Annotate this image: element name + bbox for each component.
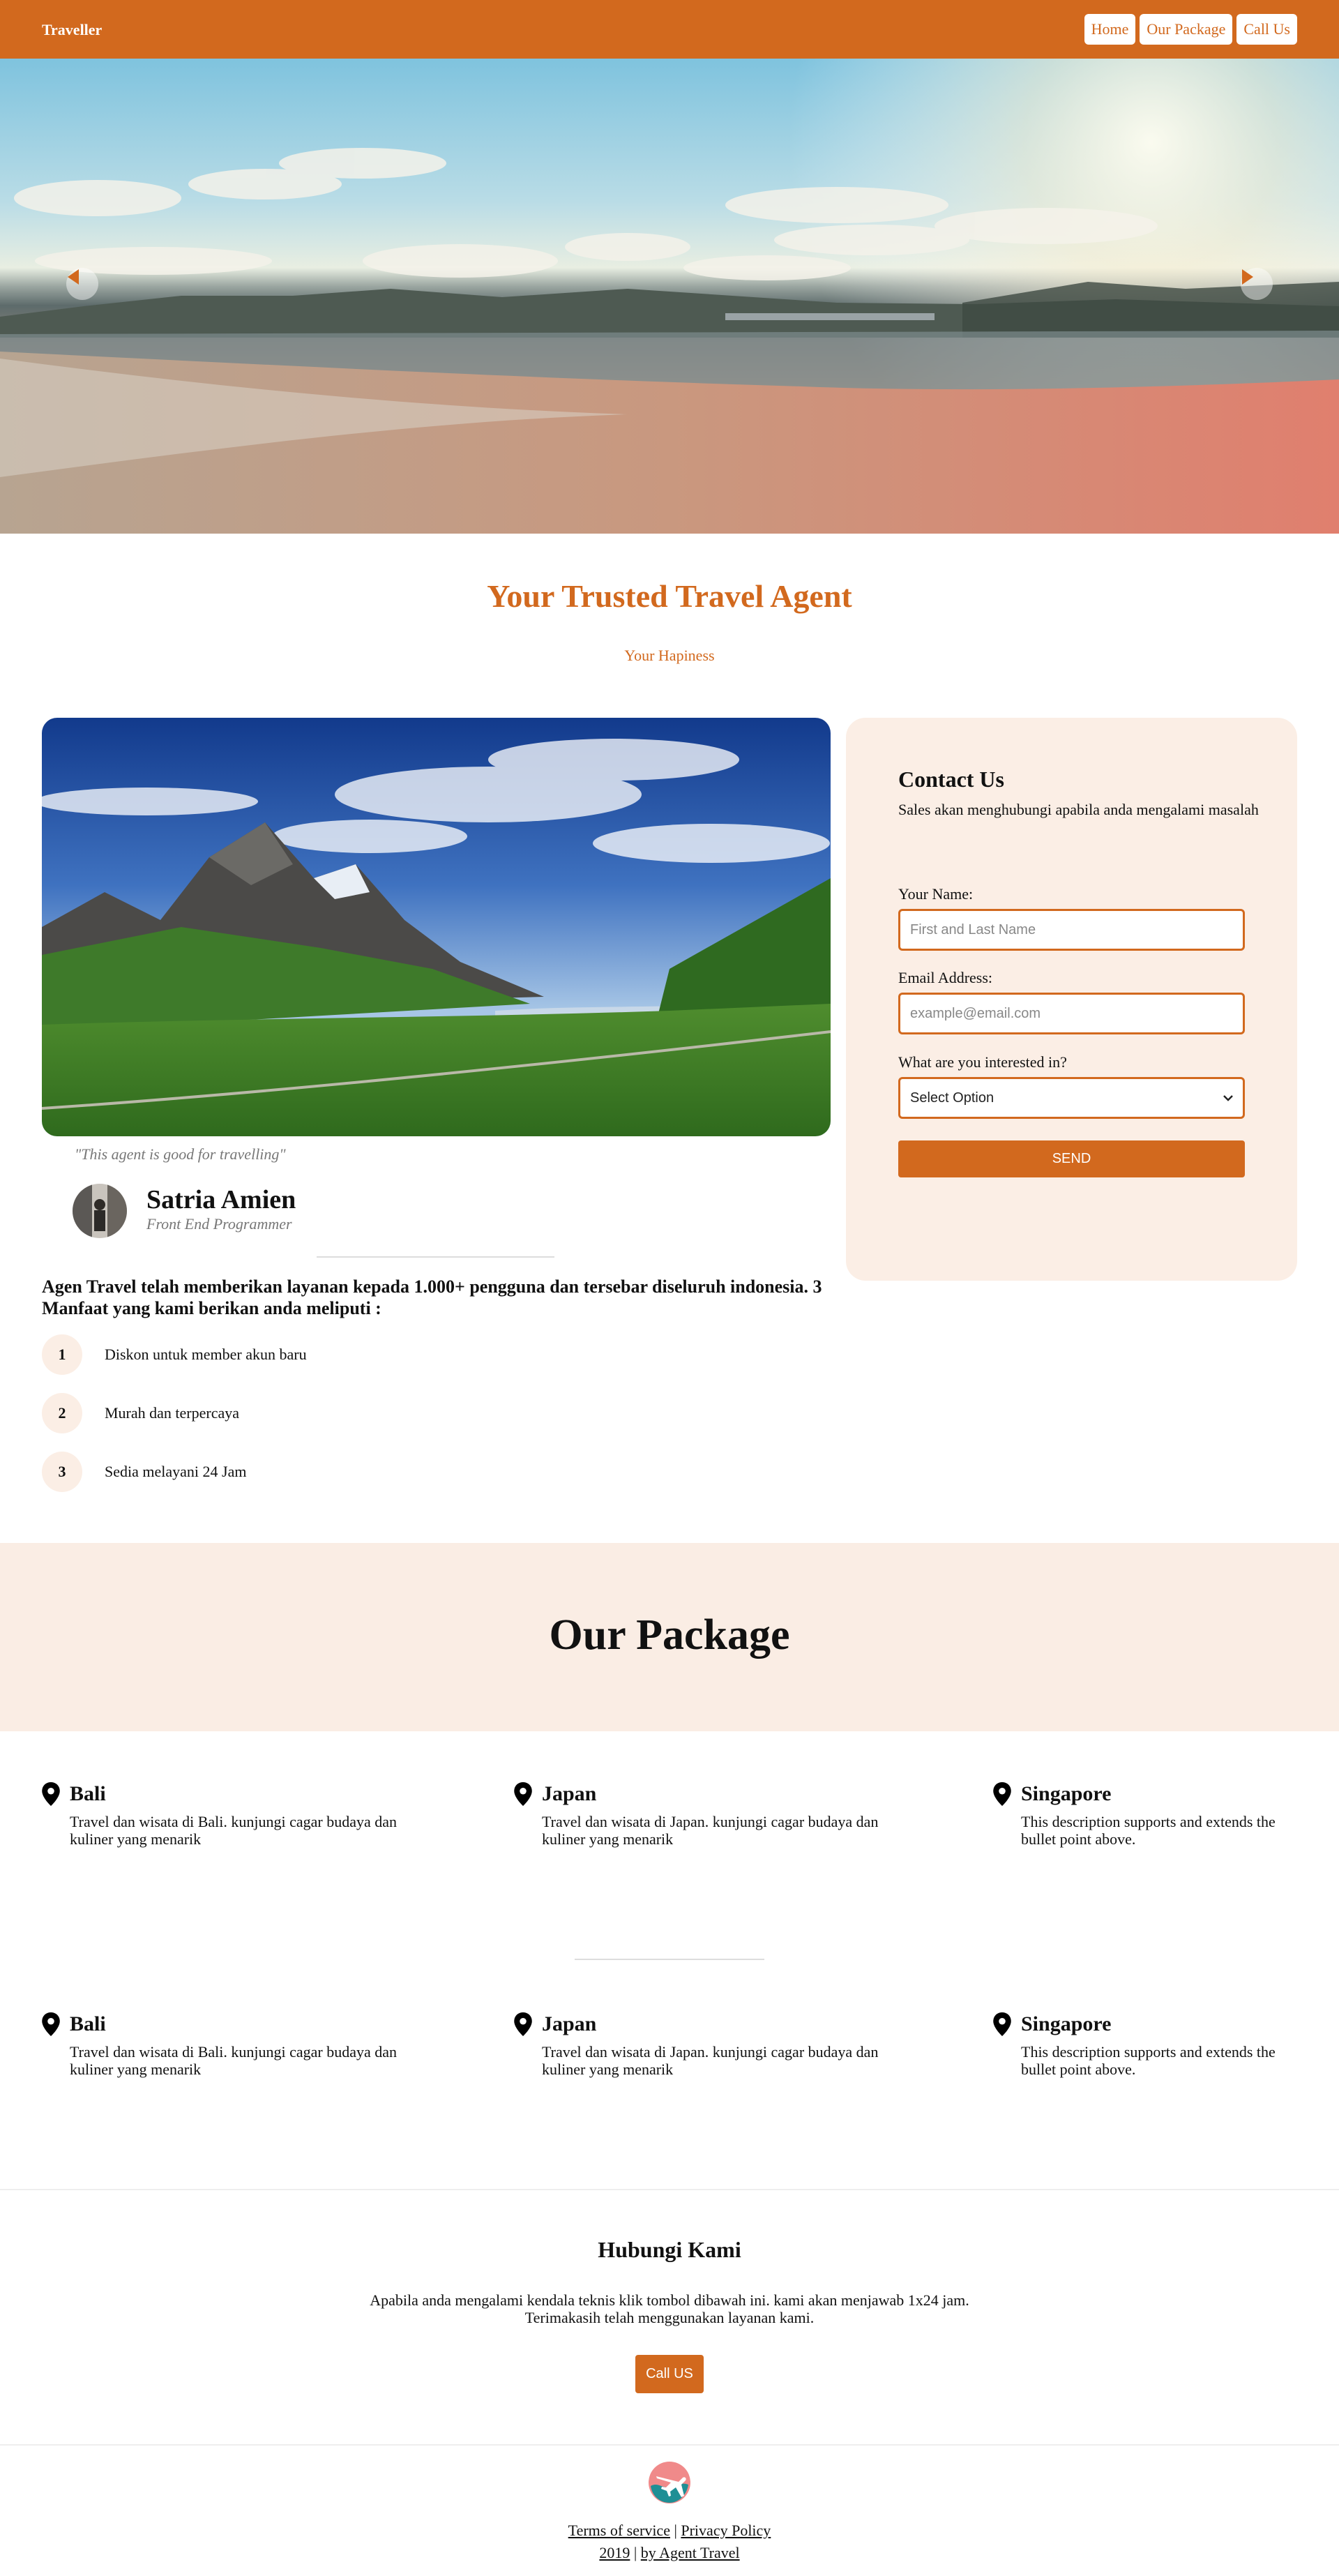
testimonial-name: Satria Amien [146,1185,296,1214]
testimonial-quote: "This agent is good for travelling" [75,1145,286,1163]
contact-line-2: Terimakasih telah menggunakan layanan ka… [524,2309,815,2326]
package-name: Japan [542,2012,597,2035]
section-subtitle: Your Hapiness [624,647,715,664]
terms-link[interactable]: Terms of service [568,2522,670,2539]
email-label: Email Address: [898,969,993,986]
footer-links: Terms of service | Privacy Policy 2019 |… [0,2519,1339,2564]
privacy-link[interactable]: Privacy Policy [681,2522,771,2539]
mountain-lake-image [42,718,831,1136]
email-input[interactable]: example@email.com [898,993,1245,1034]
map-pin-icon [42,1782,60,1806]
map-pin-icon [514,2012,532,2036]
name-input[interactable]: First and Last Name [898,909,1245,951]
package-description: Travel dan wisata di Japan. kunjungi cag… [542,1813,879,1848]
chevron-right-icon [1242,269,1253,285]
benefit-item: 2 Murah dan terpercaya [42,1393,239,1433]
nav-link-home[interactable]: Home [1084,14,1136,45]
package-title: Our Package [549,1611,790,1659]
footer-separator: | [674,2522,677,2539]
navbar: Traveller Home Our Package Call Us [0,0,1339,59]
carousel-next-button[interactable] [1241,268,1273,300]
benefit-label: Murah dan terpercaya [105,1404,240,1422]
nav-link-our-package[interactable]: Our Package [1140,14,1233,45]
package-name: Singapore [1021,1782,1112,1805]
divider [575,1959,764,1960]
package-description: Travel dan wisata di Japan. kunjungi cag… [542,2043,879,2078]
benefit-number: 2 [42,1393,82,1433]
testimonial-role: Front End Programmer [146,1215,292,1233]
landscape-illustration [42,718,831,1136]
divider [317,1256,554,1258]
package-description: This description supports and extends th… [1021,2043,1276,2078]
package-name: Singapore [1021,2012,1112,2035]
footer-separator: | [633,2544,637,2561]
email-placeholder: example@email.com [910,1005,1041,1021]
chevron-down-icon [1223,1095,1233,1101]
package-name: Bali [70,1782,106,1805]
carousel-prev-button[interactable] [66,268,98,300]
map-pin-icon [514,1782,532,1806]
brand-logo[interactable]: Traveller [42,21,102,39]
beach-sunset-image [0,59,1339,534]
footer-credit-link[interactable]: by Agent Travel [641,2544,740,2561]
package-name: Japan [542,1782,597,1805]
footer-divider [0,2444,1339,2446]
name-placeholder: First and Last Name [910,921,1036,937]
map-pin-icon [993,2012,1011,2036]
benefit-item: 1 Diskon untuk member akun baru [42,1334,307,1375]
package-description: This description supports and extends th… [1021,1813,1276,1848]
map-pin-icon [993,1782,1011,1806]
chevron-left-icon [68,269,79,285]
section-divider [0,2189,1339,2190]
benefit-label: Diskon untuk member akun baru [105,1346,307,1363]
footer-year[interactable]: 2019 [599,2544,630,2561]
section-title: Your Trusted Travel Agent [487,578,852,614]
package-item: Singapore This description supports and … [993,2012,1300,2078]
package-name: Bali [70,2012,106,2035]
nav-links: Home Our Package Call Us [1084,14,1297,45]
interest-selected-value: Select Option [910,1090,994,1106]
benefit-item: 3 Sedia melayani 24 Jam [42,1452,246,1492]
package-item: Bali Travel dan wisata di Bali. kunjungi… [42,1782,418,1848]
avatar [73,1184,127,1238]
globe-plane-logo-icon [649,2462,690,2503]
nav-link-call-us[interactable]: Call Us [1236,14,1297,45]
interest-select[interactable]: Select Option [898,1077,1245,1119]
contact-description: Sales akan menghubungi apabila anda meng… [898,801,1259,818]
package-item: Bali Travel dan wisata di Bali. kunjungi… [42,2012,418,2078]
package-item: Singapore This description supports and … [993,1782,1300,1848]
interest-label: What are you interested in? [898,1053,1067,1071]
name-label: Your Name: [898,885,974,903]
map-pin-icon [42,2012,60,2036]
send-button[interactable]: SEND [898,1140,1245,1177]
call-us-button[interactable]: Call US [635,2355,704,2393]
benefit-number: 1 [42,1334,82,1375]
benefits-intro: Agen Travel telah memberikan layanan kep… [42,1276,822,1318]
package-banner: Our Package [0,1543,1339,1731]
benefit-number: 3 [42,1452,82,1492]
avatar-photo [73,1184,127,1238]
contact-card: Contact Us Sales akan menghubungi apabil… [846,718,1297,1281]
contact-title: Contact Us [898,767,1004,792]
package-description: Travel dan wisata di Bali. kunjungi caga… [70,1813,398,1848]
contact-line-1: Apabila anda mengalami kendala teknis kl… [370,2291,969,2309]
package-description: Travel dan wisata di Bali. kunjungi caga… [70,2043,398,2078]
hero-carousel [0,59,1339,534]
package-item: Japan Travel dan wisata di Japan. kunjun… [514,1782,891,1848]
contact-section-text: Apabila anda mengalami kendala teknis kl… [0,2291,1339,2326]
contact-section-title: Hubungi Kami [598,2237,741,2262]
benefit-label: Sedia melayani 24 Jam [105,1463,247,1480]
package-item: Japan Travel dan wisata di Japan. kunjun… [514,2012,891,2078]
